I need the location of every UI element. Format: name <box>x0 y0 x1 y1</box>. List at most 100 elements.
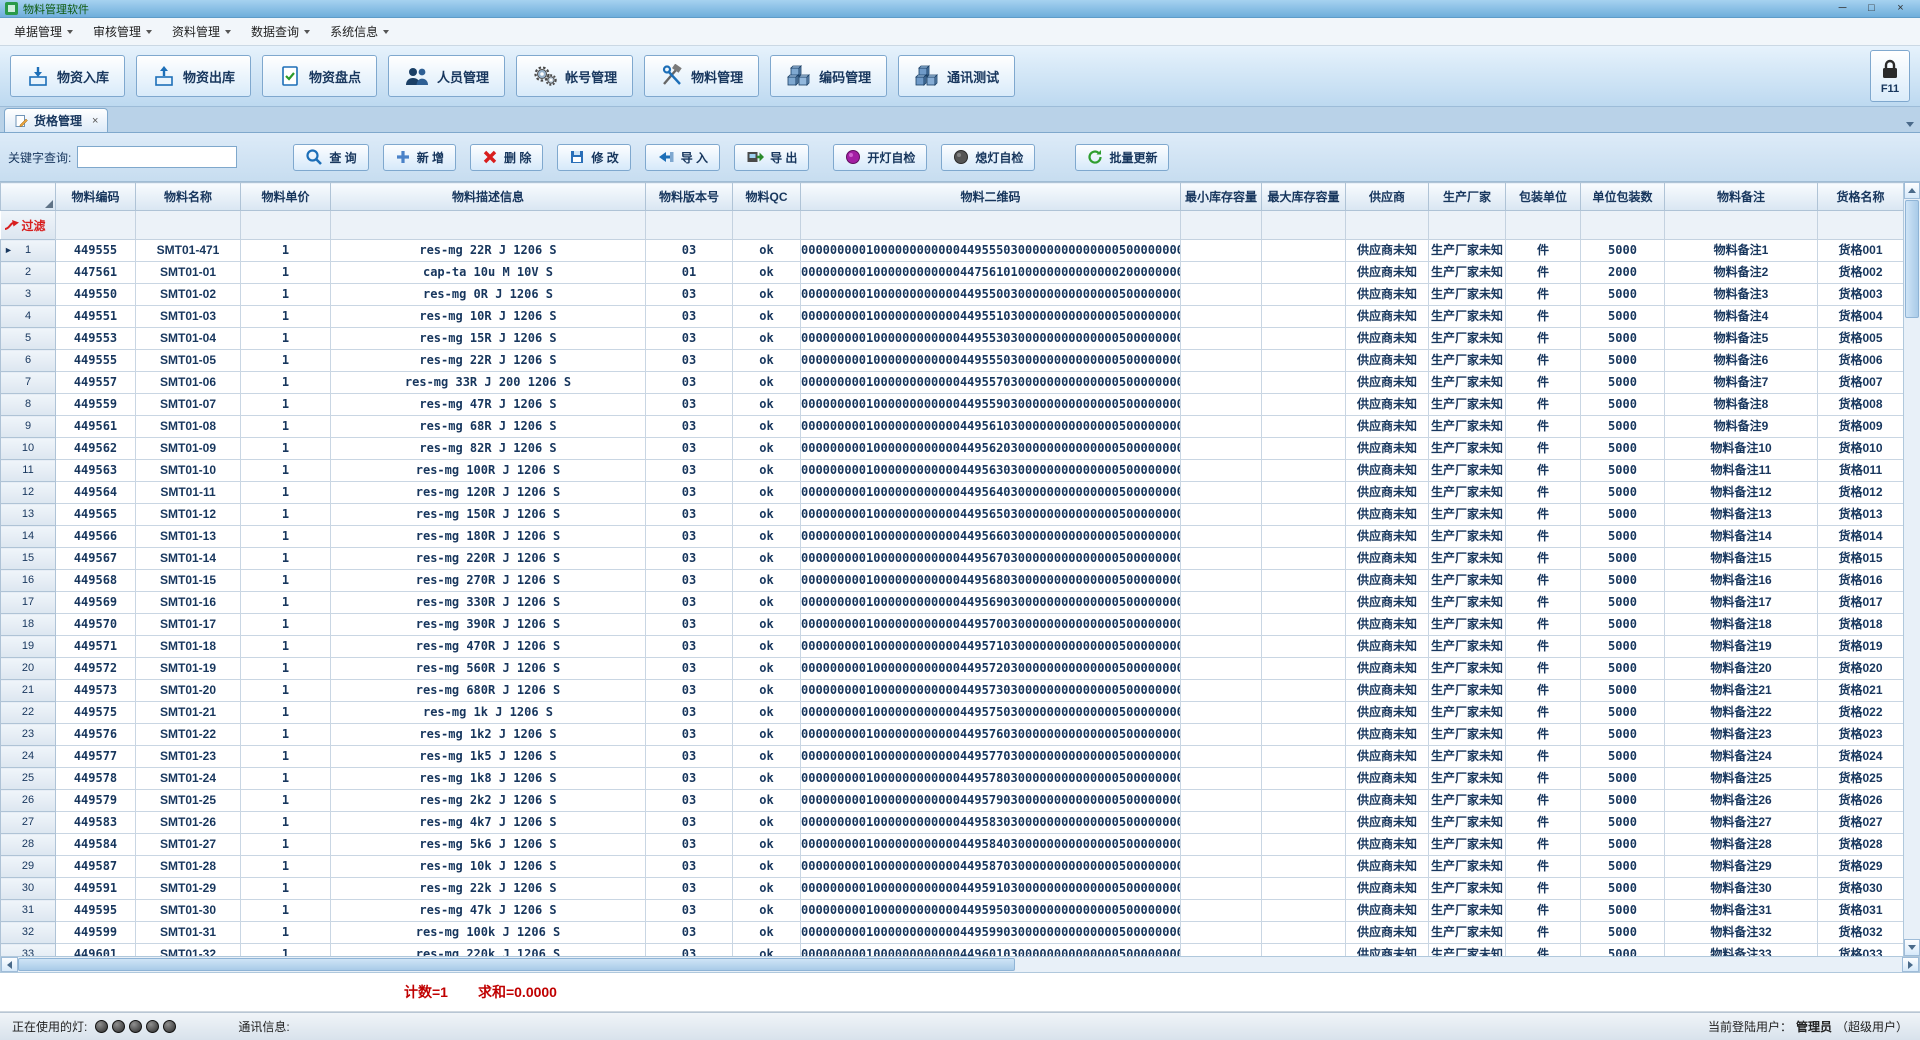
cell-maker[interactable]: 生产厂家未知 <box>1429 856 1506 878</box>
cell-code[interactable]: 449570 <box>56 614 136 636</box>
cell-shelf[interactable]: 货格007 <box>1818 372 1904 394</box>
cell-supplier[interactable]: 供应商未知 <box>1346 482 1429 504</box>
horizontal-scrollbar[interactable] <box>0 956 1920 973</box>
cell-shelf[interactable]: 货格016 <box>1818 570 1904 592</box>
cell-unit[interactable]: 件 <box>1506 482 1581 504</box>
cell-price[interactable]: 1 <box>241 526 331 548</box>
cell-maker[interactable]: 生产厂家未知 <box>1429 724 1506 746</box>
row-header[interactable]: 28 <box>1 834 56 856</box>
cell-pkg[interactable]: 5000 <box>1581 526 1665 548</box>
cell-min[interactable] <box>1181 372 1262 394</box>
table-row[interactable]: 12449564SMT01-111res-mg 120R J 1206 S03o… <box>1 482 1904 504</box>
cell-desc[interactable]: res-mg 10k J 1206 S <box>331 856 646 878</box>
cell-qc[interactable]: ok <box>733 922 801 944</box>
cell-pkg[interactable]: 5000 <box>1581 922 1665 944</box>
cell-qc[interactable]: ok <box>733 812 801 834</box>
row-header[interactable]: 29 <box>1 856 56 878</box>
cell-maker[interactable]: 生产厂家未知 <box>1429 746 1506 768</box>
cell-price[interactable]: 1 <box>241 724 331 746</box>
cell-supplier[interactable]: 供应商未知 <box>1346 240 1429 262</box>
cell-shelf[interactable]: 货格033 <box>1818 944 1904 957</box>
cell-name[interactable]: SMT01-14 <box>136 548 241 570</box>
vertical-scroll-thumb[interactable] <box>1905 200 1919 318</box>
cell-shelf[interactable]: 货格003 <box>1818 284 1904 306</box>
cell-unit[interactable]: 件 <box>1506 328 1581 350</box>
cell-pkg[interactable]: 5000 <box>1581 856 1665 878</box>
cell-pkg[interactable]: 5000 <box>1581 284 1665 306</box>
cell-desc[interactable]: res-mg 1k8 J 1206 S <box>331 768 646 790</box>
cell-min[interactable] <box>1181 636 1262 658</box>
column-header-maker[interactable]: 生产厂家 <box>1429 183 1506 211</box>
cell-name[interactable]: SMT01-29 <box>136 878 241 900</box>
cell-shelf[interactable]: 货格004 <box>1818 306 1904 328</box>
cell-min[interactable] <box>1181 856 1262 878</box>
cell-shelf[interactable]: 货格022 <box>1818 702 1904 724</box>
cell-unit[interactable]: 件 <box>1506 724 1581 746</box>
cell-name[interactable]: SMT01-21 <box>136 702 241 724</box>
cell-qc[interactable]: ok <box>733 284 801 306</box>
cell-qr[interactable]: 0000000001000000000000449571030000000000… <box>801 636 1181 658</box>
filter-cell-note[interactable] <box>1665 211 1818 240</box>
cell-ver[interactable]: 03 <box>646 724 733 746</box>
menu-item-bill-management[interactable]: 单据管理 <box>4 20 83 44</box>
cell-unit[interactable]: 件 <box>1506 614 1581 636</box>
table-row[interactable]: 11449563SMT01-101res-mg 100R J 1206 S03o… <box>1 460 1904 482</box>
cell-qr[interactable]: 0000000001000000000000449550030000000000… <box>801 284 1181 306</box>
cell-qc[interactable]: ok <box>733 856 801 878</box>
cell-name[interactable]: SMT01-02 <box>136 284 241 306</box>
cell-code[interactable]: 449584 <box>56 834 136 856</box>
cell-min[interactable] <box>1181 460 1262 482</box>
cell-note[interactable]: 物料备注30 <box>1665 878 1818 900</box>
cell-max[interactable] <box>1262 856 1346 878</box>
cell-pkg[interactable]: 5000 <box>1581 680 1665 702</box>
column-header-qr[interactable]: 物料二维码 <box>801 183 1181 211</box>
cell-shelf[interactable]: 货格005 <box>1818 328 1904 350</box>
cell-shelf[interactable]: 货格018 <box>1818 614 1904 636</box>
modify-button[interactable]: 修 改 <box>557 144 630 171</box>
cell-pkg[interactable]: 5000 <box>1581 394 1665 416</box>
cell-price[interactable]: 1 <box>241 284 331 306</box>
cell-note[interactable]: 物料备注5 <box>1665 328 1818 350</box>
row-header[interactable]: 31 <box>1 900 56 922</box>
cell-shelf[interactable]: 货格029 <box>1818 856 1904 878</box>
lock-button[interactable]: F11 <box>1870 50 1910 102</box>
cell-price[interactable]: 1 <box>241 262 331 284</box>
cell-ver[interactable]: 03 <box>646 438 733 460</box>
cell-desc[interactable]: res-mg 22R J 1206 S <box>331 350 646 372</box>
cell-shelf[interactable]: 货格019 <box>1818 636 1904 658</box>
table-row[interactable]: ►1449555SMT01-4711res-mg 22R J 1206 S03o… <box>1 240 1904 262</box>
stock-out-button[interactable]: 物资出库 <box>136 55 251 97</box>
cell-ver[interactable]: 03 <box>646 614 733 636</box>
cell-min[interactable] <box>1181 548 1262 570</box>
row-header[interactable]: 10 <box>1 438 56 460</box>
cell-maker[interactable]: 生产厂家未知 <box>1429 460 1506 482</box>
cell-pkg[interactable]: 5000 <box>1581 504 1665 526</box>
query-button[interactable]: 查 询 <box>293 144 368 171</box>
filter-cell-shelf[interactable] <box>1818 211 1904 240</box>
cell-shelf[interactable]: 货格002 <box>1818 262 1904 284</box>
cell-pkg[interactable]: 5000 <box>1581 438 1665 460</box>
cell-name[interactable]: SMT01-22 <box>136 724 241 746</box>
row-header[interactable]: 4 <box>1 306 56 328</box>
cell-ver[interactable]: 03 <box>646 922 733 944</box>
row-header[interactable]: 9 <box>1 416 56 438</box>
cell-desc[interactable]: res-mg 1k J 1206 S <box>331 702 646 724</box>
cell-code[interactable]: 449571 <box>56 636 136 658</box>
cell-max[interactable] <box>1262 636 1346 658</box>
cell-qc[interactable]: ok <box>733 636 801 658</box>
cell-min[interactable] <box>1181 482 1262 504</box>
cell-pkg[interactable]: 5000 <box>1581 328 1665 350</box>
cell-min[interactable] <box>1181 350 1262 372</box>
filter-row-header[interactable]: 过滤 <box>1 211 56 239</box>
cell-note[interactable]: 物料备注12 <box>1665 482 1818 504</box>
cell-qc[interactable]: ok <box>733 240 801 262</box>
cell-maker[interactable]: 生产厂家未知 <box>1429 240 1506 262</box>
cell-qc[interactable]: ok <box>733 526 801 548</box>
cell-note[interactable]: 物料备注18 <box>1665 614 1818 636</box>
cell-min[interactable] <box>1181 768 1262 790</box>
table-row[interactable]: 10449562SMT01-091res-mg 82R J 1206 S03ok… <box>1 438 1904 460</box>
cell-code[interactable]: 449576 <box>56 724 136 746</box>
cell-desc[interactable]: res-mg 220R J 1206 S <box>331 548 646 570</box>
cell-unit[interactable]: 件 <box>1506 504 1581 526</box>
cell-ver[interactable]: 03 <box>646 834 733 856</box>
